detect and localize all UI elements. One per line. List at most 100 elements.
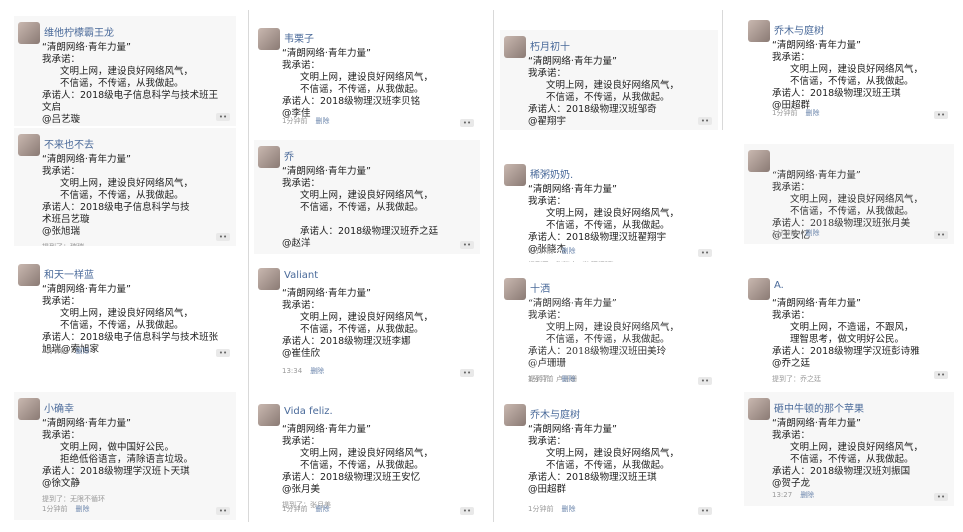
post-line: 承诺人：2018级物理汉班乔之廷: [300, 226, 439, 237]
more-options-icon[interactable]: ••: [698, 117, 712, 125]
author-name[interactable]: 和天一样蓝: [44, 266, 94, 281]
post-footer: 1分钟前 删除: [528, 374, 575, 384]
post-line: @赵洋: [282, 238, 311, 249]
post-line: 文明上网，建设良好网络风气，: [546, 322, 680, 333]
post-line: 文明上网，建设良好网络风气，: [546, 80, 680, 91]
author-name[interactable]: 稀粥奶奶.: [530, 166, 573, 181]
mentioned-users[interactable]: 提到了：无限不循环: [42, 494, 232, 504]
post-line: 我承诺：: [282, 60, 321, 71]
mentioned-users[interactable]: 提到了：张晓杰（物理汉班）: [528, 260, 714, 262]
avatar[interactable]: [18, 398, 40, 420]
avatar[interactable]: [504, 404, 526, 426]
delete-link[interactable]: 删除: [800, 491, 814, 499]
post-line: “清朗网络·青年力量”: [528, 298, 617, 309]
post-line: @崔佳欣: [282, 348, 321, 359]
more-options-icon[interactable]: ••: [698, 377, 712, 385]
avatar[interactable]: [258, 404, 280, 426]
post-line: 不信谣，不传谣，从我做起。: [300, 324, 424, 335]
more-options-icon[interactable]: ••: [460, 241, 474, 249]
avatar[interactable]: [504, 164, 526, 186]
post-body: “清朗网络·青年力量” 我承诺： 文明上网，建设良好网络风气， 不信谣，不传谣，从我做…: [282, 166, 476, 254]
post-line: 承诺人：2018级物理学汉班彭诗雅: [772, 346, 920, 357]
post-line: @乔之廷: [772, 358, 811, 369]
delete-link[interactable]: 删除: [805, 229, 819, 237]
author-name[interactable]: A.: [774, 280, 784, 291]
more-options-icon[interactable]: ••: [216, 233, 230, 241]
more-options-icon[interactable]: ••: [460, 507, 474, 515]
author-name[interactable]: 维他柠檬霸王龙: [44, 24, 114, 39]
author-name[interactable]: 不来也不去: [44, 136, 94, 151]
author-name[interactable]: 韦栗子: [284, 30, 314, 45]
post-body: “清朗网络·青年力量” 我承诺： 文明上网，建设良好网络风气， 不信谣，不传谣，从我做…: [42, 42, 232, 126]
moment-post: “清朗网络·青年力量” 我承诺： 文明上网，建设良好网络风气， 不信谣，不传谣，从我做…: [744, 144, 954, 244]
more-options-icon[interactable]: ••: [216, 507, 230, 515]
avatar[interactable]: [748, 398, 770, 420]
avatar[interactable]: [748, 150, 770, 172]
delete-link[interactable]: 删除: [561, 247, 575, 255]
avatar[interactable]: [18, 22, 40, 44]
avatar[interactable]: [258, 28, 280, 50]
moment-post: 和天一样蓝 “清朗网络·青年力量” 我承诺： 文明上网，建设良好网络风气， 不信谣，不传…: [14, 258, 236, 362]
more-options-icon[interactable]: ••: [934, 111, 948, 119]
post-line: 我承诺：: [42, 430, 81, 441]
timestamp: 1分钟前: [42, 505, 68, 513]
author-name[interactable]: 砸中牛顿的那个苹果: [774, 400, 864, 415]
post-footer: 1分钟前 删除: [772, 108, 819, 118]
author-name[interactable]: 乔: [284, 148, 294, 163]
mentioned-users[interactable]: 提到了：瑞瑞: [42, 242, 232, 246]
author-name[interactable]: Vida feliz.: [284, 406, 333, 417]
timestamp: 13:27: [772, 491, 793, 499]
avatar[interactable]: [504, 36, 526, 58]
delete-link[interactable]: 删除: [561, 375, 575, 383]
delete-link[interactable]: 删除: [315, 505, 329, 513]
more-options-icon[interactable]: ••: [934, 371, 948, 379]
delete-link[interactable]: 删除: [805, 109, 819, 117]
author-name[interactable]: 乔木与庭树: [530, 406, 580, 421]
post-line: 我承诺：: [282, 178, 321, 189]
moment-post: A. “清朗网络·青年力量” 我承诺： 文明上网，不造谣，不跟风， 理智思考，做文明好公…: [744, 272, 954, 384]
post-line: 文明上网，不造谣，不跟风，: [790, 322, 914, 333]
more-options-icon[interactable]: ••: [934, 493, 948, 501]
avatar[interactable]: [748, 278, 770, 300]
post-line: 文明上网，建设良好网络风气，: [790, 64, 924, 75]
post-line: 不信谣，不传谣，从我做起。: [790, 76, 914, 87]
post-line: 不信谣，不传谣，从我做起。: [300, 84, 424, 95]
post-footer: 1分钟前 删除: [42, 346, 89, 356]
post-line: “清朗网络·青年力量”: [528, 184, 617, 195]
post-footer: 13:27 删除: [772, 490, 814, 500]
more-options-icon[interactable]: ••: [698, 507, 712, 515]
post-line: 文明上网，建设良好网络风气，: [790, 194, 924, 205]
post-line: 我承诺：: [42, 296, 81, 307]
avatar[interactable]: [258, 146, 280, 168]
more-options-icon[interactable]: ••: [460, 119, 474, 127]
more-options-icon[interactable]: ••: [698, 249, 712, 257]
author-name[interactable]: Valiant: [284, 270, 318, 281]
moment-post: 乔木与庭树 “清朗网络·青年力量” 我承诺： 文明上网，建设良好网络风气， 不信谣，不传…: [744, 14, 954, 124]
author-name[interactable]: 朽月初十: [530, 38, 570, 53]
author-name[interactable]: 十洒: [530, 280, 550, 295]
post-line: 不信谣，不传谣，从我做起。: [300, 460, 424, 471]
more-options-icon[interactable]: ••: [216, 349, 230, 357]
delete-link[interactable]: 删除: [75, 505, 89, 513]
avatar[interactable]: [748, 20, 770, 42]
more-options-icon[interactable]: ••: [460, 369, 474, 377]
more-options-icon[interactable]: ••: [934, 231, 948, 239]
post-footer: 1分钟前 删除: [282, 504, 329, 514]
author-name[interactable]: 乔木与庭树: [774, 22, 824, 37]
author-name[interactable]: 小确幸: [44, 400, 74, 415]
avatar[interactable]: [18, 264, 40, 286]
avatar[interactable]: [258, 268, 280, 290]
post-line: 文明上网，做中国好公民。: [60, 442, 175, 453]
delete-link[interactable]: 删除: [75, 347, 89, 355]
moment-post: 朽月初十 “清朗网络·青年力量” 我承诺： 文明上网，建设良好网络风气， 不信谣，不传谣…: [500, 30, 718, 130]
delete-link[interactable]: 删除: [310, 367, 324, 375]
delete-link[interactable]: 删除: [561, 505, 575, 513]
more-options-icon[interactable]: ••: [216, 113, 230, 121]
post-line: “清朗网络·青年力量”: [42, 418, 131, 429]
column-divider: [493, 10, 494, 522]
delete-link[interactable]: 删除: [315, 117, 329, 125]
avatar[interactable]: [504, 278, 526, 300]
post-line: 不信谣，不传谣，从我做起。: [546, 460, 670, 471]
avatar[interactable]: [18, 134, 40, 156]
mentioned-users[interactable]: 提到了：乔之廷: [772, 374, 950, 384]
